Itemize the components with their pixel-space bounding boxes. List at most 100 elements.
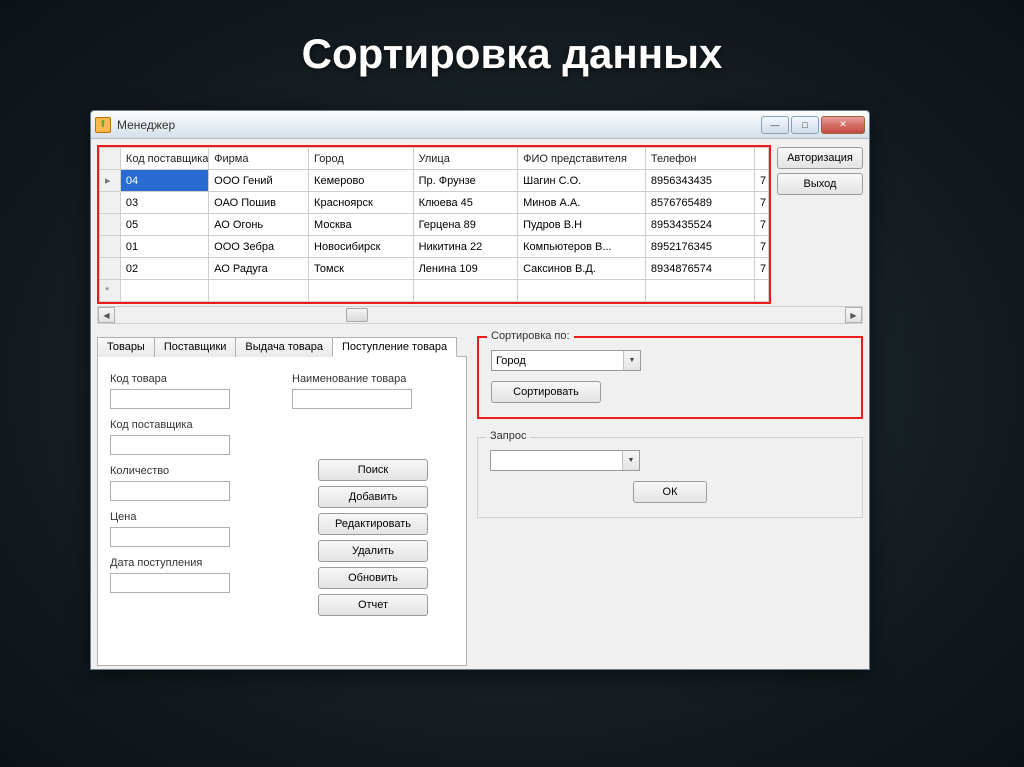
scroll-thumb[interactable] [346, 308, 368, 322]
label-supplier: Код поставщика [110, 419, 272, 431]
right-panel: Сортировка по: Город ▼ Сортировать Запро… [477, 336, 863, 666]
refresh-button[interactable]: Обновить [318, 567, 428, 589]
cell-city[interactable]: Красноярск [309, 192, 414, 214]
label-price: Цена [110, 511, 272, 523]
auth-button[interactable]: Авторизация [777, 147, 863, 169]
query-groupbox: Запрос ▼ ОК [477, 437, 863, 518]
left-panel: Товары Поставщики Выдача товара Поступле… [97, 336, 467, 666]
close-button[interactable]: ✕ [821, 116, 865, 134]
input-price[interactable] [110, 527, 230, 547]
exit-button[interactable]: Выход [777, 173, 863, 195]
table-row[interactable]: 01ООО ЗебраНовосибирскНикитина 22Компьют… [100, 236, 769, 258]
suppliers-grid-wrap: Код поставщика Фирма Город Улица ФИО пре… [97, 145, 771, 304]
cell-city[interactable]: Новосибирск [309, 236, 414, 258]
cell-firm[interactable]: АО Радуга [209, 258, 309, 280]
cell-firm[interactable]: ООО Гений [209, 170, 309, 192]
window-title: Менеджер [117, 118, 761, 132]
input-date[interactable] [110, 573, 230, 593]
row-header: * [100, 280, 121, 302]
query-ok-button[interactable]: ОК [633, 481, 707, 503]
table-row[interactable]: 02АО РадугаТомскЛенина 109Саксинов В.Д.8… [100, 258, 769, 280]
scroll-left-button[interactable]: ◀ [98, 307, 115, 323]
tab-issue[interactable]: Выдача товара [235, 337, 333, 357]
cell-code[interactable]: 03 [120, 192, 208, 214]
cell-overflow: 7 [755, 236, 769, 258]
cell-phone[interactable]: 8953435524 [645, 214, 754, 236]
col-overflow [755, 148, 769, 170]
cell-phone[interactable]: 8952176345 [645, 236, 754, 258]
cell-city[interactable]: Кемерово [309, 170, 414, 192]
grid-hscrollbar[interactable]: ◀ ▶ [97, 306, 863, 324]
cell-phone[interactable]: 8576765489 [645, 192, 754, 214]
cell-city[interactable]: Томск [309, 258, 414, 280]
cell-street[interactable]: Никитина 22 [413, 236, 518, 258]
table-row[interactable]: 05АО ОгоньМоскваГерцена 89Пудров В.Н8953… [100, 214, 769, 236]
query-legend: Запрос [486, 430, 530, 442]
input-code[interactable] [110, 389, 230, 409]
tab-goods[interactable]: Товары [97, 337, 155, 357]
cell-rep[interactable]: Компьютеров В... [518, 236, 646, 258]
cell-city[interactable]: Москва [309, 214, 414, 236]
row-header [100, 258, 121, 280]
label-date: Дата поступления [110, 557, 272, 569]
cell-rep[interactable]: Минов А.А. [518, 192, 646, 214]
table-row[interactable]: 03ОАО ПошивКрасноярскКлюева 45Минов А.А.… [100, 192, 769, 214]
cell-phone[interactable]: 8934876574 [645, 258, 754, 280]
cell-rep[interactable]: Саксинов В.Д. [518, 258, 646, 280]
col-phone[interactable]: Телефон [645, 148, 754, 170]
minimize-button[interactable]: — [761, 116, 789, 134]
app-icon: ⬆ [95, 117, 111, 133]
search-button[interactable]: Поиск [318, 459, 428, 481]
grid-header-row: Код поставщика Фирма Город Улица ФИО пре… [100, 148, 769, 170]
scroll-right-button[interactable]: ▶ [845, 307, 862, 323]
cell-street[interactable]: Ленина 109 [413, 258, 518, 280]
side-buttons: Авторизация Выход [777, 145, 863, 304]
new-row[interactable]: * [100, 280, 769, 302]
input-name[interactable] [292, 389, 412, 409]
cell-code[interactable]: 02 [120, 258, 208, 280]
tab-receipt[interactable]: Поступление товара [332, 337, 457, 357]
cell-phone[interactable]: 8956343435 [645, 170, 754, 192]
cell-code[interactable]: 04 [120, 170, 208, 192]
cell-code[interactable]: 05 [120, 214, 208, 236]
tab-suppliers[interactable]: Поставщики [154, 337, 237, 357]
col-city[interactable]: Город [309, 148, 414, 170]
add-button[interactable]: Добавить [318, 486, 428, 508]
table-row[interactable]: ▸04ООО ГенийКемеровоПр. ФрунзеШагин С.О.… [100, 170, 769, 192]
suppliers-grid[interactable]: Код поставщика Фирма Город Улица ФИО пре… [99, 147, 769, 302]
sort-combo[interactable]: Город ▼ [491, 350, 641, 371]
cell-rep[interactable]: Пудров В.Н [518, 214, 646, 236]
cell-firm[interactable]: АО Огонь [209, 214, 309, 236]
delete-button[interactable]: Удалить [318, 540, 428, 562]
app-window: ⬆ Менеджер — □ ✕ Код поставщика Фирма Го… [90, 110, 870, 670]
cell-rep[interactable]: Шагин С.О. [518, 170, 646, 192]
cell-firm[interactable]: ООО Зебра [209, 236, 309, 258]
col-rep[interactable]: ФИО представителя [518, 148, 646, 170]
edit-button[interactable]: Редактировать [318, 513, 428, 535]
query-combo[interactable]: ▼ [490, 450, 640, 471]
label-name: Наименование товара [292, 373, 454, 385]
input-qty[interactable] [110, 481, 230, 501]
cell-street[interactable]: Герцена 89 [413, 214, 518, 236]
cell-code[interactable]: 01 [120, 236, 208, 258]
col-code[interactable]: Код поставщика [120, 148, 208, 170]
titlebar: ⬆ Менеджер — □ ✕ [91, 111, 869, 139]
maximize-button[interactable]: □ [791, 116, 819, 134]
report-button[interactable]: Отчет [318, 594, 428, 616]
col-firm[interactable]: Фирма [209, 148, 309, 170]
sort-groupbox: Сортировка по: Город ▼ Сортировать [477, 336, 863, 419]
chevron-down-icon: ▼ [622, 451, 639, 470]
row-header [100, 236, 121, 258]
col-street[interactable]: Улица [413, 148, 518, 170]
sort-button[interactable]: Сортировать [491, 381, 601, 403]
row-header [100, 214, 121, 236]
label-qty: Количество [110, 465, 272, 477]
row-header: ▸ [100, 170, 121, 192]
input-supplier[interactable] [110, 435, 230, 455]
cell-firm[interactable]: ОАО Пошив [209, 192, 309, 214]
tabstrip: Товары Поставщики Выдача товара Поступле… [97, 337, 467, 357]
slide-title: Сортировка данных [0, 0, 1024, 78]
cell-street[interactable]: Клюева 45 [413, 192, 518, 214]
cell-street[interactable]: Пр. Фрунзе [413, 170, 518, 192]
row-header [100, 192, 121, 214]
